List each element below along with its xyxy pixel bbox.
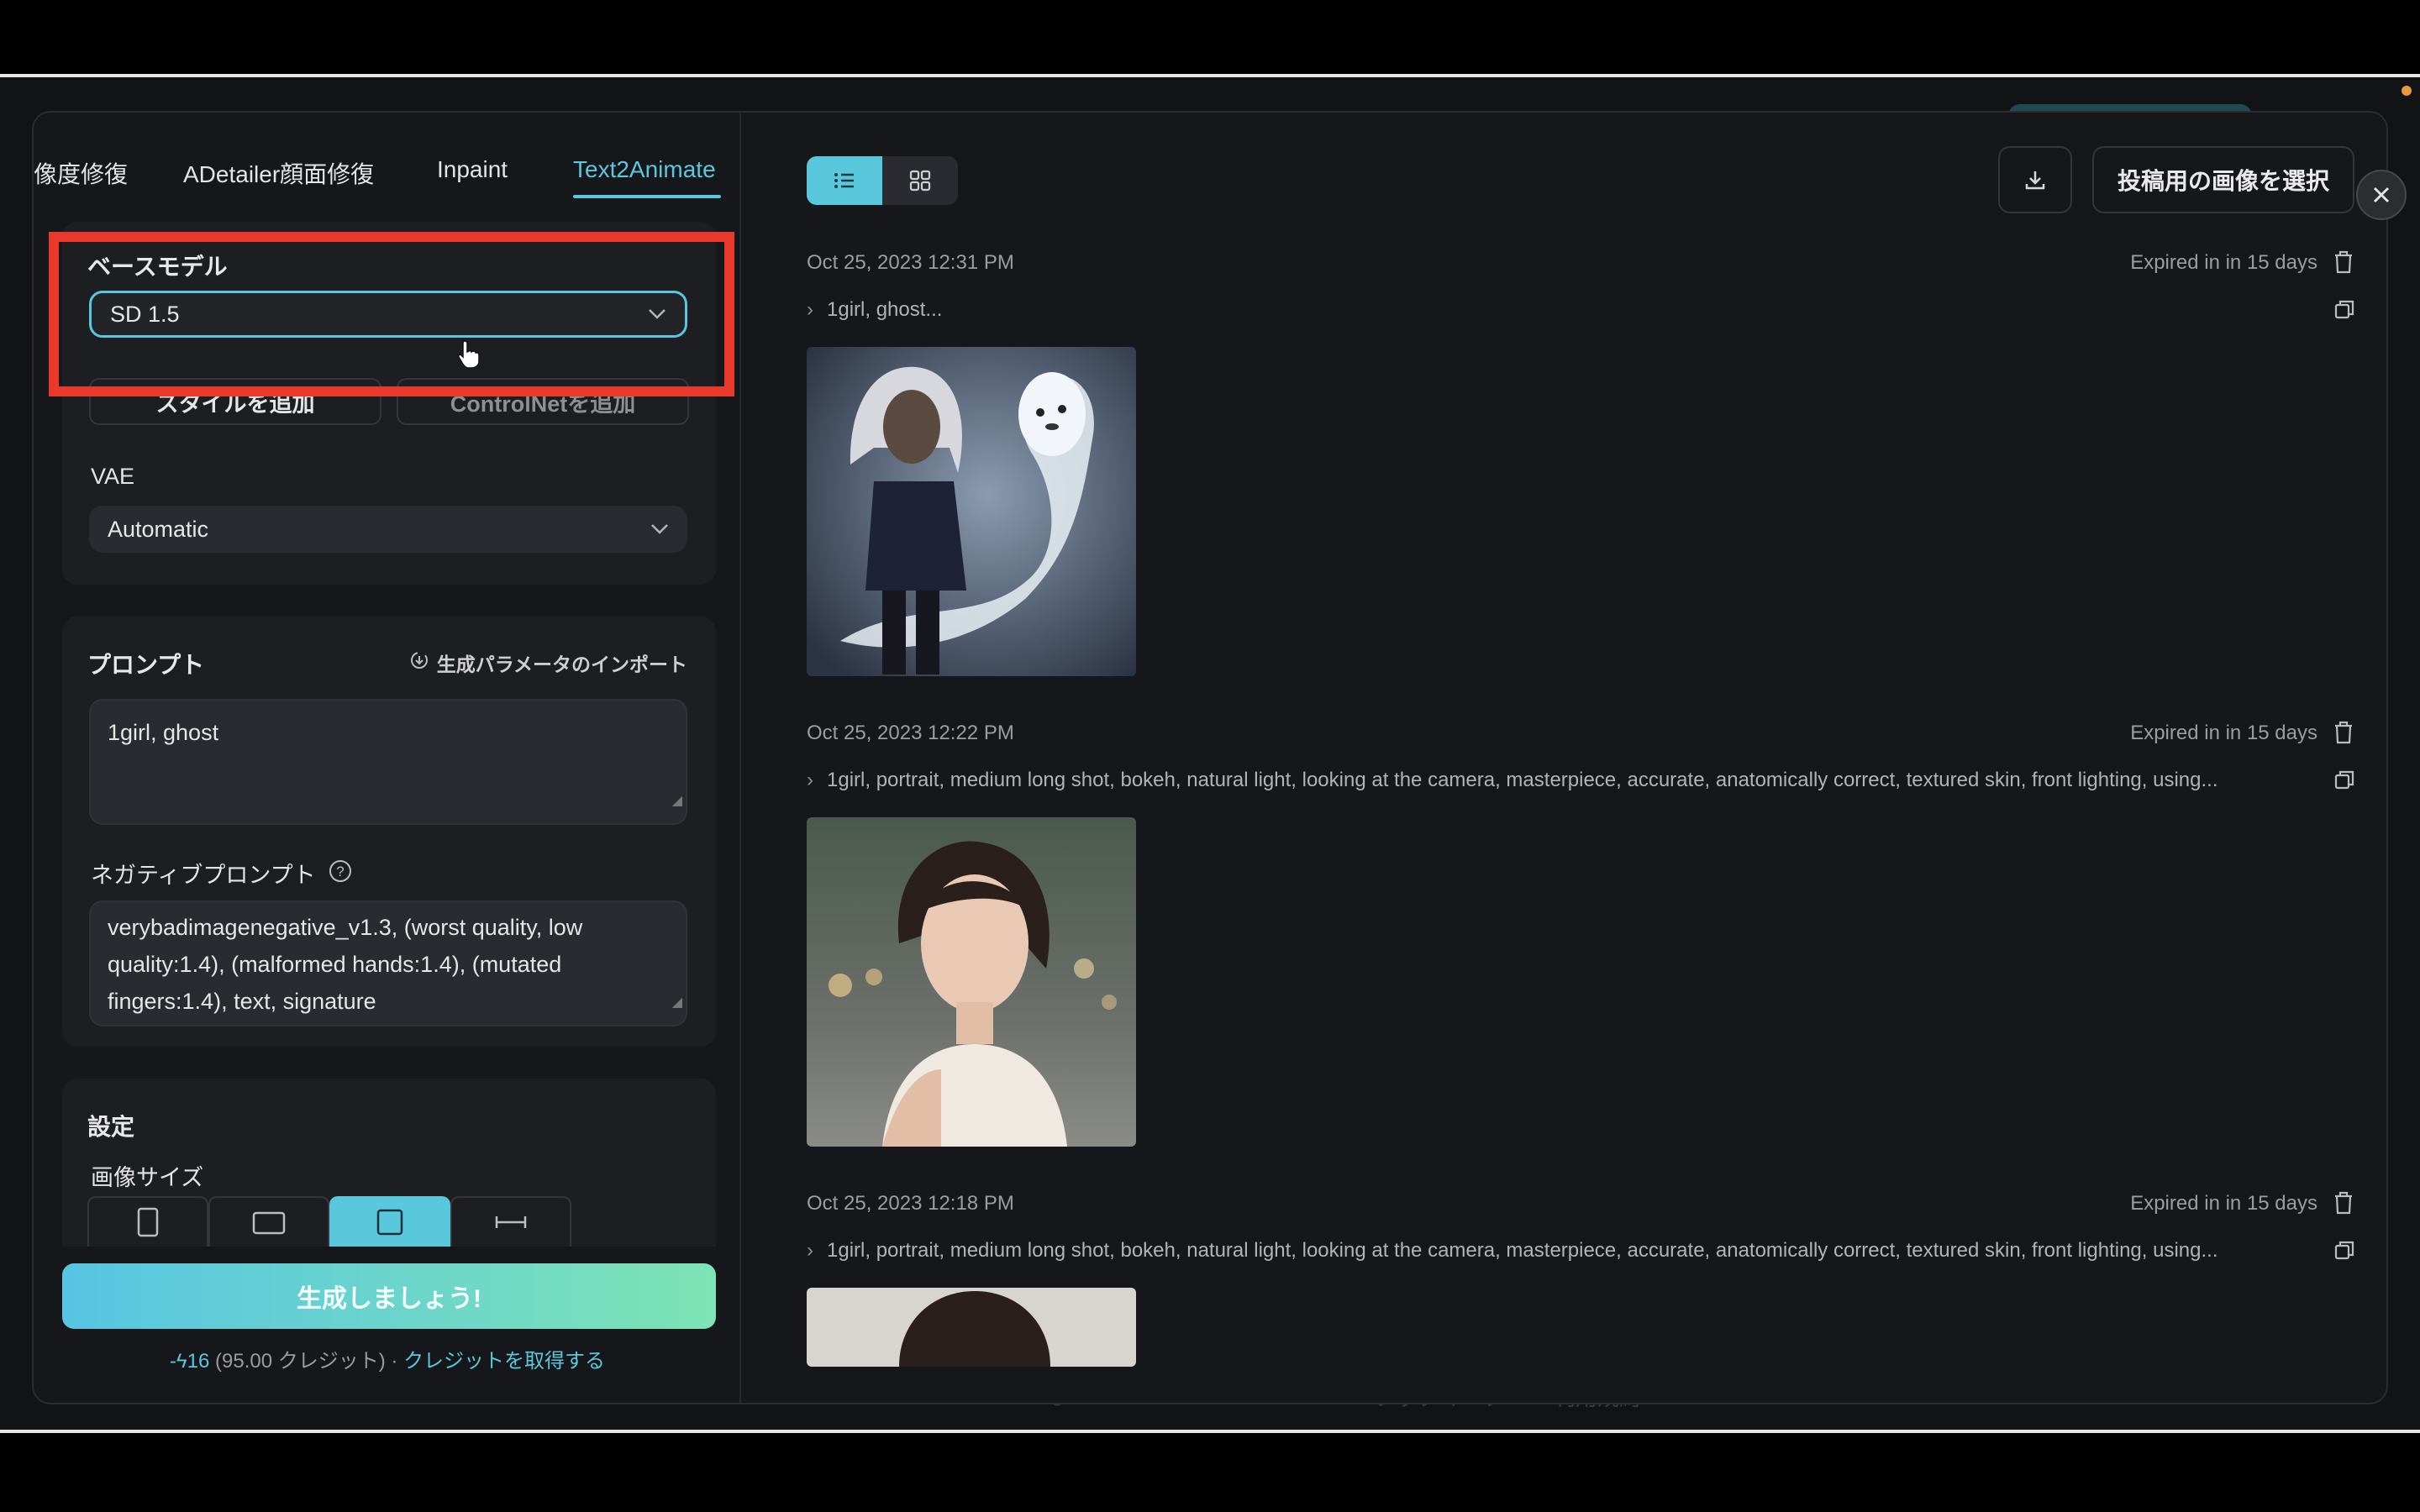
- size-option-portrait[interactable]: [87, 1196, 208, 1247]
- generated-image-portrait-partial[interactable]: [807, 1288, 1136, 1367]
- entry-expiry: Expired in in 15 days: [2130, 1192, 2317, 1215]
- prompt-text: 1girl, ghost: [108, 720, 219, 745]
- prompt-card: プロンプト 生成パラメータのインポート 1girl, ghost ◢ ネガティブ…: [62, 617, 716, 1047]
- history-entry: Oct 25, 2023 12:18 PM Expired in in 15 d…: [807, 1189, 2358, 1403]
- chevron-down-icon: [648, 303, 666, 325]
- entry-prompt: 1girl, portrait, medium long shot, bokeh…: [827, 769, 2218, 791]
- select-post-image-button[interactable]: 投稿用の画像を選択: [2092, 146, 2354, 213]
- prompt-input[interactable]: 1girl, ghost ◢: [89, 699, 687, 825]
- history-panel: 投稿用の画像を選択 Oct 25, 2023 12:31 PM Expired …: [743, 113, 2386, 1403]
- lightning-icon: ϟ: [176, 1350, 187, 1373]
- trash-icon[interactable]: [2329, 718, 2358, 747]
- generated-image-ghost-girl[interactable]: [807, 347, 1136, 676]
- negative-prompt-label: ネガティブプロンプト: [91, 863, 316, 888]
- wide-ratio-icon: [495, 1216, 527, 1228]
- trash-icon[interactable]: [2329, 248, 2358, 276]
- copy-icon[interactable]: [2331, 1237, 2358, 1264]
- import-params-label: 生成パラメータのインポート: [436, 654, 687, 675]
- tab-text2animate[interactable]: Text2Animate: [573, 156, 716, 183]
- letterbox-top: [0, 0, 2420, 74]
- model-card: ベースモデル SD 1.5 スタイルを追加 ControlNetを追加 VAE …: [62, 222, 716, 585]
- portrait-ratio-icon: [137, 1207, 159, 1237]
- square-ratio-icon: [376, 1209, 403, 1236]
- entry-prompt-toggle[interactable]: › 1girl, portrait, medium long shot, boke…: [807, 769, 2302, 792]
- base-model-label: ベースモデル: [87, 254, 228, 280]
- size-option-landscape[interactable]: [208, 1196, 329, 1247]
- entry-date: Oct 25, 2023 12:18 PM: [807, 1192, 1014, 1215]
- history-entry: Oct 25, 2023 12:22 PM Expired in in 15 d…: [807, 721, 2358, 1158]
- tab-inpaint[interactable]: Inpaint: [437, 156, 508, 183]
- grid-view-button[interactable]: [882, 156, 958, 205]
- tab-bar: 像度修復 ADetailer顔面修復 Inpaint Text2Animate: [34, 113, 741, 222]
- svg-text:?: ?: [336, 864, 344, 879]
- tab-adetailer[interactable]: ADetailer顔面修復: [183, 156, 374, 190]
- image-size-label: 画像サイズ: [91, 1165, 204, 1190]
- download-icon: [2025, 171, 2045, 190]
- history-entry: Oct 25, 2023 12:31 PM Expired in in 15 d…: [807, 248, 2358, 688]
- credits-line: -ϟ16 (95.00 クレジット) · クレジットを取得する: [169, 1350, 606, 1373]
- entry-expiry: Expired in in 15 days: [2130, 251, 2317, 274]
- import-params-link[interactable]: 生成パラメータのインポート: [408, 648, 687, 677]
- entry-prompt: 1girl, portrait, medium long shot, bokeh…: [827, 1239, 2218, 1262]
- vae-select[interactable]: Automatic: [89, 506, 687, 553]
- entry-prompt: 1girl, ghost...: [827, 298, 943, 321]
- settings-label: 設定: [87, 1114, 135, 1140]
- generated-image-portrait[interactable]: [807, 817, 1136, 1147]
- settings-panel: 像度修復 ADetailer顔面修復 Inpaint Text2Animate …: [34, 113, 741, 1403]
- tab-hires-fix[interactable]: 像度修復: [34, 156, 128, 190]
- entry-prompt-toggle[interactable]: › 1girl, ghost...: [807, 298, 2302, 322]
- image-size-options: [87, 1196, 600, 1247]
- entry-prompt-toggle[interactable]: › 1girl, portrait, medium long shot, boke…: [807, 1239, 2302, 1263]
- entry-expiry: Expired in in 15 days: [2130, 722, 2317, 744]
- generation-modal: 像度修復 ADetailer顔面修復 Inpaint Text2Animate …: [32, 111, 2388, 1404]
- generate-button[interactable]: 生成しましょう!: [62, 1263, 716, 1329]
- chevron-down-icon: [650, 518, 669, 540]
- add-style-button[interactable]: スタイルを追加: [89, 378, 381, 425]
- size-option-square[interactable]: [329, 1196, 450, 1247]
- add-controlnet-button[interactable]: ControlNetを追加: [397, 378, 689, 425]
- grid-icon: [909, 170, 931, 192]
- credit-separator: ·: [391, 1350, 398, 1373]
- notification-dot: [2402, 86, 2412, 96]
- hand-cursor-icon: [458, 340, 480, 369]
- get-credits-link[interactable]: クレジットを取得する: [403, 1350, 605, 1373]
- resize-handle-icon[interactable]: ◢: [672, 782, 682, 820]
- resize-handle-icon[interactable]: ◢: [672, 984, 682, 1021]
- app-background: © TensorArt 2023 TAMS Discord Instagram …: [0, 77, 2420, 1430]
- copy-icon[interactable]: [2331, 767, 2358, 794]
- size-option-wide[interactable]: [450, 1196, 571, 1247]
- base-model-select[interactable]: SD 1.5: [89, 291, 687, 338]
- letterbox-bottom: [0, 1433, 2420, 1512]
- list-view-button[interactable]: [807, 156, 882, 205]
- credit-balance: (95.00 クレジット): [215, 1350, 386, 1373]
- help-icon[interactable]: ?: [328, 858, 353, 888]
- prompt-label: プロンプト: [87, 652, 205, 678]
- negative-prompt-input[interactable]: verybadimagenegative_v1.3, (worst qualit…: [89, 900, 687, 1026]
- list-icon: [834, 173, 854, 188]
- credit-cost: 16: [187, 1350, 210, 1373]
- entry-date: Oct 25, 2023 12:22 PM: [807, 722, 1014, 744]
- download-button[interactable]: [1998, 146, 2072, 213]
- negative-prompt-header: ネガティブプロンプト ?: [91, 857, 353, 890]
- base-model-value: SD 1.5: [110, 301, 180, 327]
- vae-value: Automatic: [108, 516, 209, 542]
- close-icon: [2374, 187, 2389, 202]
- entry-date: Oct 25, 2023 12:31 PM: [807, 251, 1014, 274]
- settings-card: 設定 画像サイズ: [62, 1079, 716, 1247]
- import-icon: [408, 649, 430, 676]
- close-modal-button[interactable]: [2356, 170, 2407, 220]
- active-tab-indicator: [573, 195, 721, 198]
- view-toggle: [807, 156, 958, 205]
- negative-prompt-text: verybadimagenegative_v1.3, (worst qualit…: [108, 915, 583, 1014]
- copy-icon[interactable]: [2331, 297, 2358, 323]
- vae-label: VAE: [91, 464, 135, 489]
- landscape-ratio-icon: [252, 1211, 286, 1235]
- trash-icon[interactable]: [2329, 1189, 2358, 1217]
